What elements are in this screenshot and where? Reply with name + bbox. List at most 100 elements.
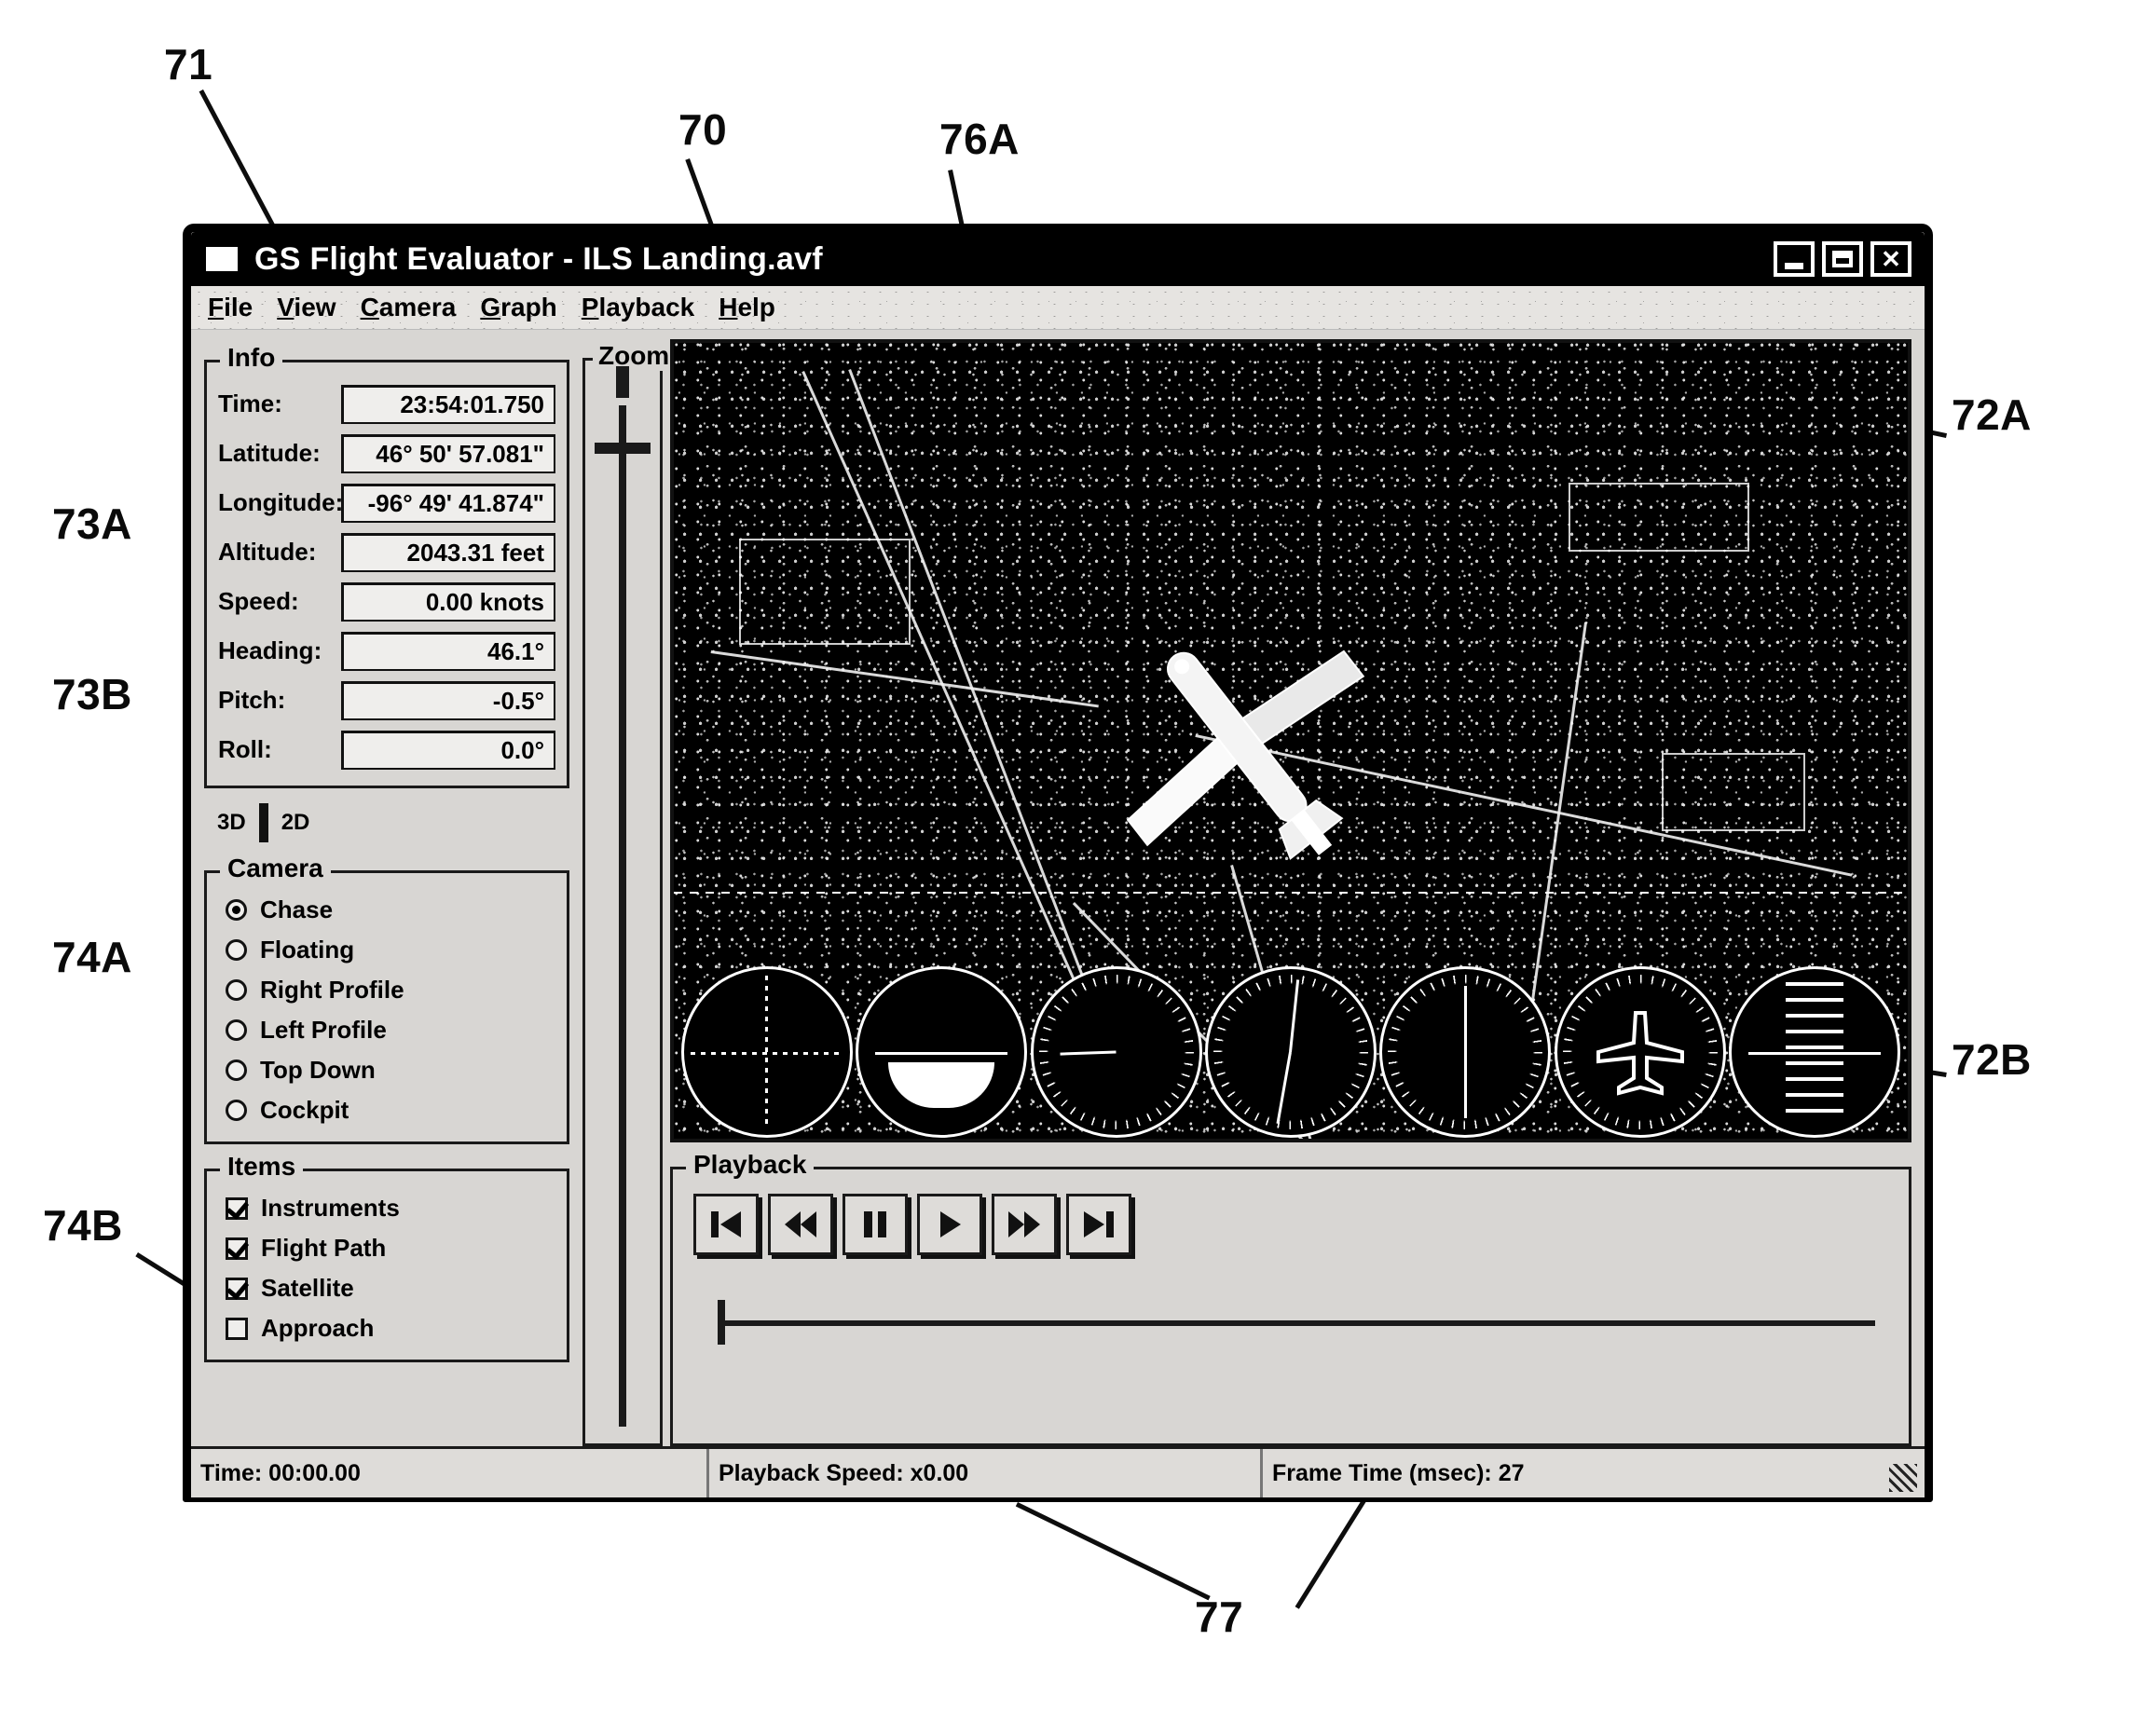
right-view-column: Zoom Playback (577, 330, 1925, 1446)
menu-file[interactable]: File (208, 293, 253, 322)
info-value-speed: 0.00 knots (341, 581, 555, 622)
window-titlebar[interactable]: GS Flight Evaluator - ILS Landing.avf ✕ (191, 232, 1925, 286)
minimize-button[interactable] (1774, 241, 1815, 277)
items-panel-legend: Items (220, 1152, 304, 1182)
playback-seek-slider[interactable] (693, 1294, 1888, 1350)
info-panel: Info Time: 23:54:01.750 Latitude: 46° 50… (204, 343, 569, 788)
viewport-and-playback: Playback (670, 339, 1911, 1446)
zoom-slider[interactable] (595, 366, 651, 1427)
callout-77: 77 (1195, 1592, 1244, 1641)
camera-option-floating[interactable]: Floating (218, 930, 555, 970)
checkbox-unchecked-icon (226, 1317, 248, 1340)
items-option-instruments[interactable]: Instruments (218, 1188, 555, 1228)
camera-option-chase[interactable]: Chase (218, 890, 555, 930)
menu-graph[interactable]: Graph (480, 293, 556, 322)
callout-72a: 72A (1952, 390, 2032, 439)
menu-view[interactable]: View (277, 293, 336, 322)
info-panel-legend: Info (220, 343, 283, 373)
zoom-panel-legend: Zoom (593, 341, 676, 371)
close-button[interactable]: ✕ (1870, 241, 1911, 277)
info-label-heading: Heading: (218, 636, 322, 664)
items-option-label-instruments: Instruments (261, 1194, 400, 1222)
info-row-latitude: Latitude: 46° 50' 57.081" (218, 429, 555, 478)
gauge-vertical-tape[interactable] (1729, 966, 1901, 1138)
camera-option-left-profile[interactable]: Left Profile (218, 1010, 555, 1050)
statusbar: Time: 00:00.00 Playback Speed: x0.00 Fra… (191, 1446, 1925, 1497)
gauge-attitude-indicator[interactable] (856, 966, 1028, 1138)
fast-forward-icon (1008, 1211, 1040, 1237)
zoom-panel: Zoom (582, 341, 676, 1446)
gauge-turn-coordinator[interactable] (1554, 966, 1726, 1138)
camera-option-right-profile[interactable]: Right Profile (218, 970, 555, 1010)
gauge-altimeter[interactable] (1379, 966, 1552, 1138)
camera-option-top-down[interactable]: Top Down (218, 1050, 555, 1090)
playback-panel-legend: Playback (686, 1150, 815, 1180)
items-option-approach[interactable]: Approach (218, 1308, 555, 1348)
info-label-latitude: Latitude: (218, 439, 321, 467)
camera-option-label-chase: Chase (260, 895, 334, 923)
checkbox-checked-icon (226, 1196, 248, 1220)
radio-unselected-icon (226, 939, 247, 961)
radio-selected-icon (226, 899, 247, 921)
info-value-heading: 46.1° (341, 631, 555, 671)
dimension-slider[interactable]: 3D 2D (204, 788, 569, 857)
items-option-flight-path[interactable]: Flight Path (218, 1228, 555, 1268)
pause-button[interactable] (843, 1194, 908, 1255)
callout-70: 70 (678, 105, 728, 154)
info-value-latitude: 46° 50' 57.081" (341, 433, 555, 473)
camera-option-cockpit[interactable]: Cockpit (218, 1090, 555, 1130)
menu-file-label: ile (224, 293, 253, 321)
minimize-icon (1785, 262, 1803, 269)
resize-grip-icon[interactable] (1889, 1464, 1917, 1492)
gauge-airspeed-indicator[interactable] (1030, 966, 1202, 1138)
fast-forward-button[interactable] (992, 1194, 1057, 1255)
info-label-time: Time: (218, 390, 282, 417)
window-app-icon (206, 247, 238, 271)
camera-option-label-right-profile: Right Profile (260, 976, 404, 1004)
horizon-line (674, 892, 1908, 895)
playback-panel: Playback (670, 1150, 1911, 1446)
info-value-roll: 0.0° (341, 730, 555, 770)
seek-thumb[interactable] (718, 1300, 725, 1345)
crosshair-icon (765, 976, 769, 1128)
play-icon (940, 1211, 961, 1237)
camera-option-label-floating: Floating (260, 936, 355, 964)
menu-help[interactable]: Help (719, 293, 775, 322)
rewind-icon (785, 1211, 816, 1237)
callout-73b: 73B (52, 670, 132, 718)
skip-back-icon (711, 1211, 741, 1237)
info-rows: Time: 23:54:01.750 Latitude: 46° 50' 57.… (218, 379, 555, 774)
camera-panel: Camera Chase Floating Right Profile Left… (204, 854, 569, 1144)
callout-74b: 74B (43, 1201, 123, 1250)
zoom-slider-thumb[interactable] (595, 443, 651, 454)
info-label-longitude: Longitude: (218, 488, 344, 516)
instrument-strip (674, 965, 1908, 1139)
maximize-icon (1832, 251, 1853, 267)
rewind-button[interactable] (768, 1194, 833, 1255)
menu-camera-label: amera (378, 293, 457, 321)
gauge-directional-gyro[interactable] (1204, 966, 1377, 1138)
dimension-label-3d: 3D (217, 810, 246, 835)
status-frame-time-label: Frame Time (msec): 27 (1272, 1459, 1525, 1486)
aircraft-symbol-icon (1596, 1011, 1684, 1096)
play-button[interactable] (917, 1194, 982, 1255)
window-body: Info Time: 23:54:01.750 Latitude: 46° 50… (191, 330, 1925, 1446)
callout-72b: 72B (1952, 1035, 2032, 1084)
info-value-time: 23:54:01.750 (341, 384, 555, 424)
seek-track[interactable] (725, 1320, 1875, 1326)
items-option-satellite[interactable]: Satellite (218, 1268, 555, 1308)
maximize-button[interactable] (1822, 241, 1863, 277)
dimension-slider-thumb[interactable] (258, 803, 268, 842)
camera-option-label-cockpit: Cockpit (260, 1096, 349, 1124)
application-window: GS Flight Evaluator - ILS Landing.avf ✕ … (183, 224, 1933, 1502)
menu-playback[interactable]: Playback (582, 293, 694, 322)
satellite-3d-viewport[interactable] (670, 339, 1911, 1142)
terrain-parcel (1662, 753, 1805, 831)
skip-to-start-button[interactable] (693, 1194, 759, 1255)
checkbox-checked-icon (226, 1277, 248, 1300)
skip-to-end-button[interactable] (1066, 1194, 1131, 1255)
menu-camera[interactable]: Camera (361, 293, 457, 322)
info-row-heading: Heading: 46.1° (218, 626, 555, 676)
radio-unselected-icon (226, 979, 247, 1001)
gauge-flight-director[interactable] (680, 966, 853, 1138)
